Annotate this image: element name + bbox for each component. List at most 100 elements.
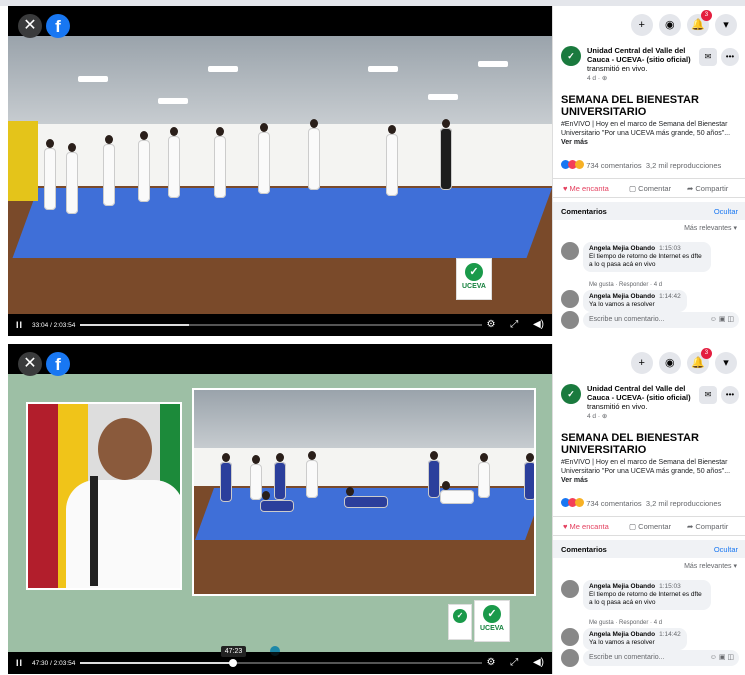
comment-time[interactable]: 1:15:03 [659, 583, 681, 590]
video-frame-gym: ✓ UCEVA [8, 36, 552, 314]
messenger-icon[interactable]: ◉ [658, 14, 681, 36]
love-button[interactable]: ♥ Me encanta [563, 184, 609, 193]
uceva-logo: ✓ UCEVA [474, 600, 510, 642]
sort-dropdown[interactable]: Más relevantes ▾ [684, 562, 737, 570]
facebook-logo-icon[interactable]: f [46, 14, 70, 38]
post-age[interactable]: 4 d [587, 413, 596, 420]
sort-dropdown[interactable]: Más relevantes ▾ [684, 224, 737, 232]
plus-icon[interactable]: + [630, 14, 653, 36]
settings-icon[interactable]: ⚙ [486, 657, 495, 668]
caret-down-icon[interactable]: ▾ [715, 352, 737, 374]
pause-icon[interactable]: II [16, 658, 23, 668]
volume-icon[interactable]: ◀) [533, 657, 544, 668]
comment-input[interactable]: Escribe un comentario... ☺ ▣ ◫ [583, 312, 739, 328]
hide-comments-link[interactable]: Ocultar [714, 207, 738, 216]
comment-count[interactable]: 734 comentarios [586, 161, 641, 170]
more-options-icon[interactable]: ••• [721, 48, 739, 66]
close-icon[interactable]: ✕ [18, 352, 42, 376]
speaker-inset [26, 402, 182, 590]
bell-icon[interactable]: 🔔 3 [686, 348, 712, 374]
post-age[interactable]: 4 d [587, 75, 596, 82]
progress-handle[interactable] [228, 659, 237, 667]
comment-text: El tiempo de retorno de Internet es dfte… [589, 253, 702, 268]
yellow-door [8, 121, 38, 201]
uceva-logo-small: ✓ [448, 604, 472, 640]
video-player[interactable]: ✕ f ✓ UCEVA II 33:04 / 2:03:54 ⚙ ⤢ ◀) [8, 6, 552, 336]
commenter-avatar[interactable] [561, 242, 579, 260]
close-icon[interactable]: ✕ [18, 14, 42, 38]
commenter-name[interactable]: Angela Mejia Obando [589, 293, 655, 300]
comment-time[interactable]: 1:14:42 [659, 631, 681, 638]
comment-actions[interactable]: Me gusta · Responder · 4 d [589, 282, 662, 288]
gym-wall [8, 124, 552, 188]
message-button[interactable]: ✉ [699, 48, 717, 66]
uceva-logo-icon: ✓ [483, 605, 501, 623]
bell-icon[interactable]: 🔔 3 [686, 10, 712, 36]
view-count: 3,2 mil reproducciones [645, 499, 722, 508]
post-title: SEMANA DEL BIENESTAR UNIVERSITARIO [561, 432, 699, 456]
video-controls: II 47:30 / 2:03:54 47:23 ⚙ ⤢ ◀) [8, 646, 552, 674]
more-options-icon[interactable]: ••• [721, 386, 739, 404]
share-button[interactable]: ➦ Compartir [687, 522, 728, 531]
post-sidebar: + ◉ 🔔 3 ▾ ✓ Unidad Central del Valle del … [552, 6, 745, 336]
post-body-text: #EnVIVO | Hoy en el marco de Semana del … [561, 121, 731, 137]
page-name[interactable]: Unidad Central del Valle del Cauca - UCE… [587, 46, 691, 64]
reaction-icons[interactable] [561, 160, 584, 170]
settings-icon[interactable]: ⚙ [486, 319, 495, 330]
messenger-icon[interactable]: ◉ [658, 352, 681, 374]
commenter-avatar[interactable] [561, 290, 579, 308]
gym-inset [192, 388, 536, 596]
uceva-logo-icon: ✓ [465, 263, 483, 281]
screenshot-panel-2: ✕ f ✓ ✓ UCEVA II 47:30 / 2:03:54 47:23 ⚙… [0, 344, 745, 674]
progress-bar[interactable] [80, 324, 482, 326]
see-more-link[interactable]: Ver más [561, 139, 588, 146]
message-button[interactable]: ✉ [699, 386, 717, 404]
commenter-avatar[interactable] [561, 628, 579, 646]
see-more-link[interactable]: Ver más [561, 477, 588, 484]
love-button[interactable]: ♥ Me encanta [563, 522, 609, 531]
caret-down-icon[interactable]: ▾ [715, 14, 737, 36]
comment-input[interactable]: Escribe un comentario... ☺ ▣ ◫ [583, 650, 739, 666]
page-avatar[interactable]: ✓ [561, 46, 581, 66]
fullscreen-icon[interactable]: ⤢ [510, 657, 518, 668]
reaction-icons[interactable] [561, 498, 584, 508]
page-name[interactable]: Unidad Central del Valle del Cauca - UCE… [587, 384, 691, 402]
progress-fill [80, 324, 189, 326]
post-action: transmitió en vivo. [587, 402, 648, 411]
comments-heading: Comentarios [561, 545, 607, 554]
commenter-name[interactable]: Angela Mejia Obando [589, 631, 655, 638]
share-button[interactable]: ➦ Compartir [687, 184, 728, 193]
video-player[interactable]: ✕ f ✓ ✓ UCEVA II 47:30 / 2:03:54 47:23 ⚙… [8, 344, 552, 674]
commenter-name[interactable]: Angela Mejia Obando [589, 583, 655, 590]
commenter-name[interactable]: Angela Mejia Obando [589, 245, 655, 252]
post-action: transmitió en vivo. [587, 64, 648, 73]
comment-time[interactable]: 1:14:42 [659, 293, 681, 300]
plus-icon[interactable]: + [630, 352, 653, 374]
reactions-row: 734 comentarios 3,2 mil reproducciones [561, 498, 743, 508]
comment-button[interactable]: ▢ Comentar [629, 184, 671, 193]
emoji-icon[interactable]: ☺ ▣ ◫ [710, 315, 734, 323]
pause-icon[interactable]: II [16, 320, 23, 330]
facebook-logo-icon[interactable]: f [46, 352, 70, 376]
comment-actions[interactable]: Me gusta · Responder · 4 d [589, 620, 662, 626]
post-actions: ♥ Me encanta ▢ Comentar ➦ Compartir [553, 516, 745, 536]
fullscreen-icon[interactable]: ⤢ [510, 319, 518, 330]
post-body: #EnVIVO | Hoy en el marco de Semana del … [561, 458, 739, 485]
microphone [90, 476, 98, 586]
emoji-icon[interactable]: ☺ ▣ ◫ [710, 653, 734, 661]
comment-button[interactable]: ▢ Comentar [629, 522, 671, 531]
screenshot-panel-1: ✕ f ✓ UCEVA II 33:04 / 2:03:54 ⚙ ⤢ ◀) + … [0, 6, 745, 336]
hide-comments-link[interactable]: Ocultar [714, 545, 738, 554]
blue-mat [12, 188, 552, 258]
video-time: 33:04 / 2:03:54 [32, 322, 76, 329]
post-actions: ♥ Me encanta ▢ Comentar ➦ Compartir [553, 178, 745, 198]
top-nav-icons: + ◉ 🔔 3 ▾ [627, 10, 737, 38]
comment-count[interactable]: 734 comentarios [586, 499, 641, 508]
commenter-avatar[interactable] [561, 580, 579, 598]
volume-icon[interactable]: ◀) [533, 319, 544, 330]
comment-time[interactable]: 1:15:03 [659, 245, 681, 252]
progress-bar[interactable]: 47:23 [80, 646, 482, 667]
comments-header: Comentarios Ocultar [553, 202, 745, 220]
comment-text: Ya lo vamos a resolver [589, 301, 655, 308]
page-avatar[interactable]: ✓ [561, 384, 581, 404]
